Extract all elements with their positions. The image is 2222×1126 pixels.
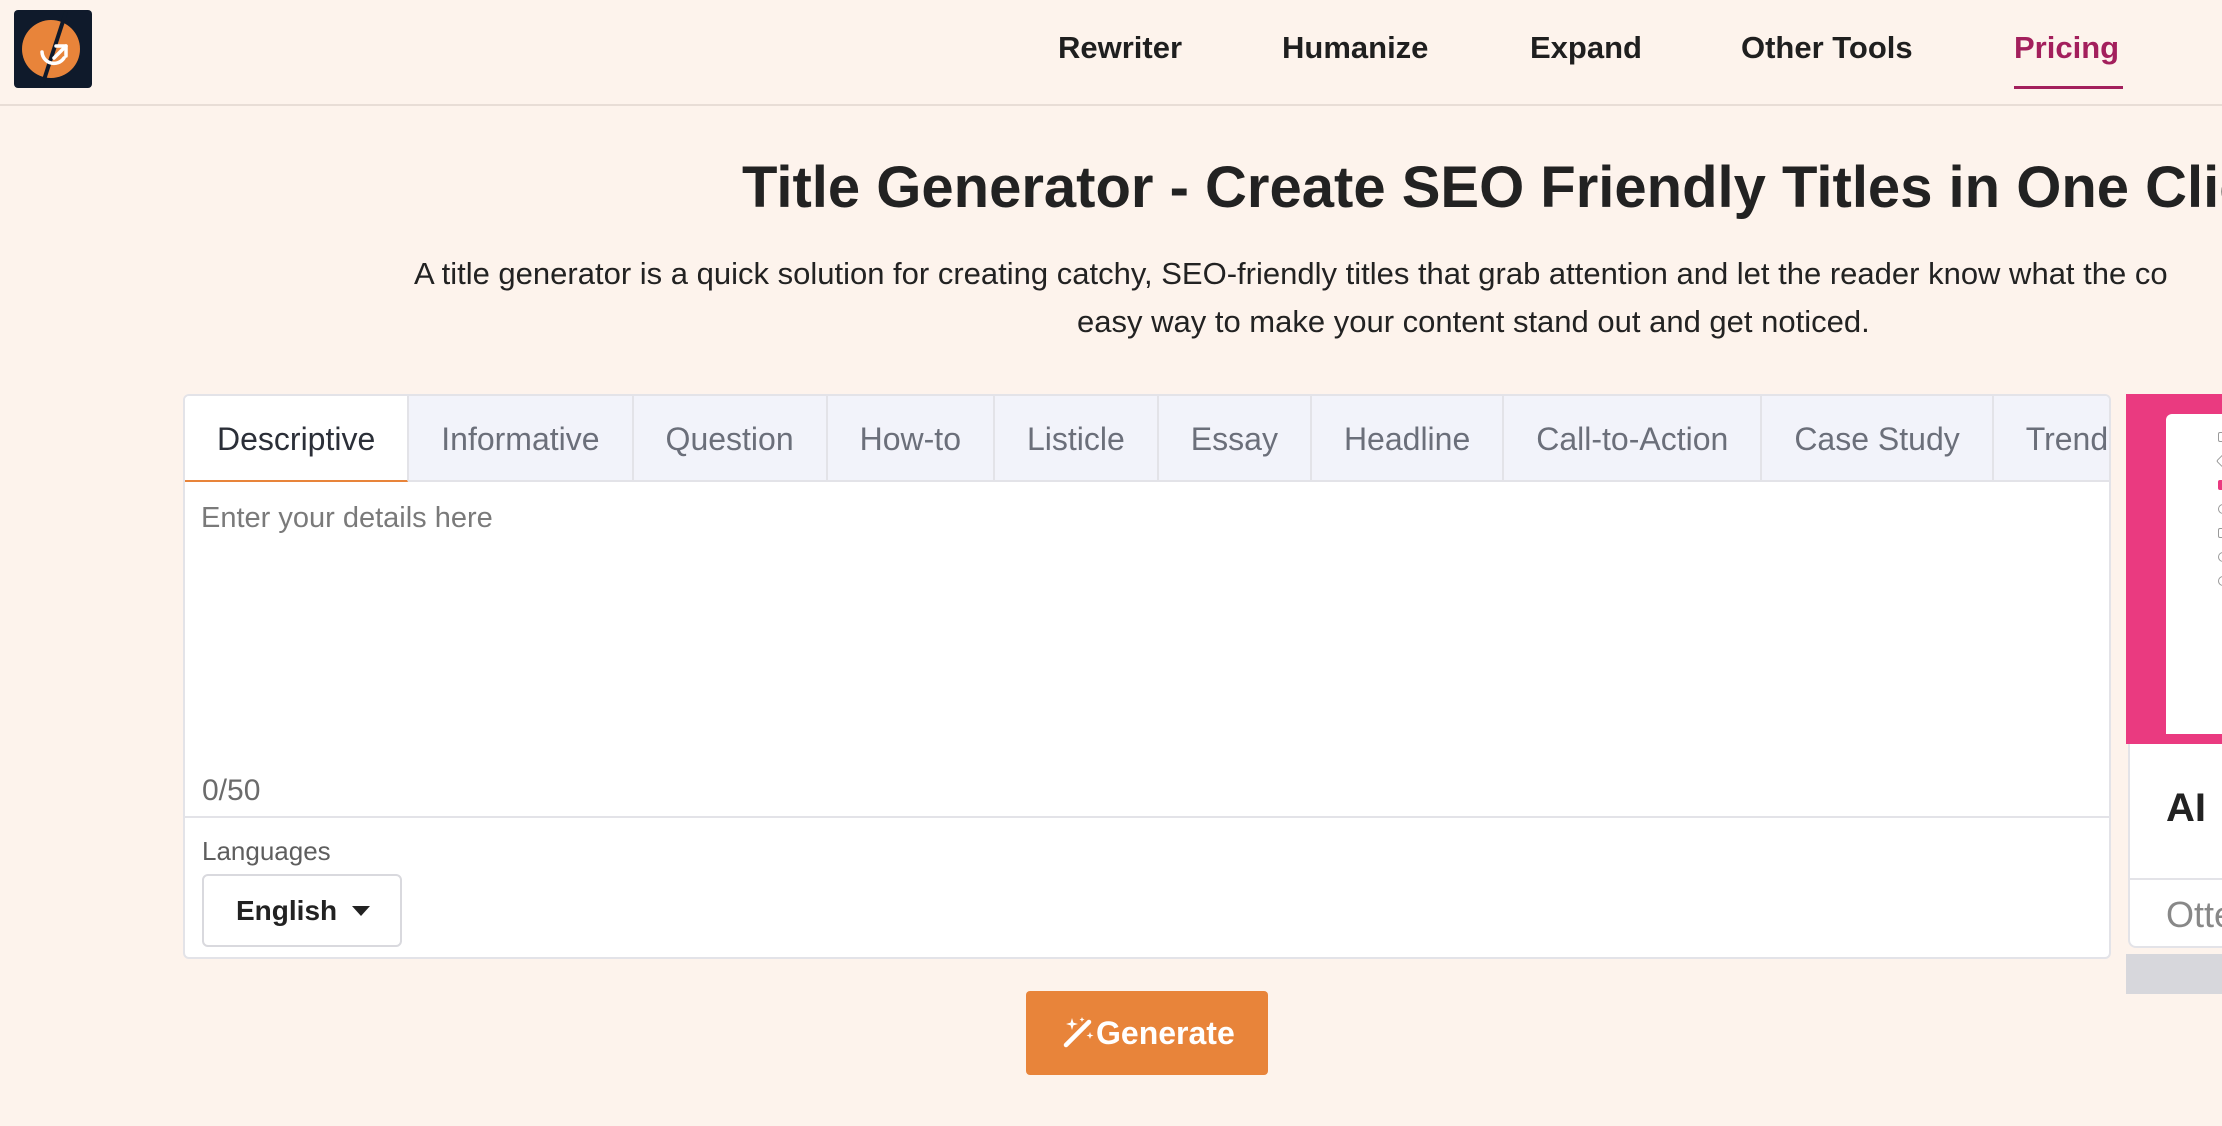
tab-informative[interactable]: Informative <box>409 396 634 482</box>
tab-listicle[interactable]: Listicle <box>995 396 1159 482</box>
nav-other-tools[interactable]: Other Tools <box>1741 22 1913 74</box>
language-select[interactable]: English <box>202 874 402 947</box>
promo-footer-bar <box>2126 954 2222 994</box>
preview-diamond-icon <box>2215 453 2222 469</box>
page-description: A title generator is a quick solution fo… <box>300 250 2222 346</box>
preview-document-icon <box>2218 528 2222 538</box>
top-navigation-bar: Rewriter Humanize Expand Other Tools Pri… <box>0 0 2222 106</box>
page-title: Title Generator - Create SEO Friendly Ti… <box>742 155 2222 220</box>
side-promo-card[interactable]: AI Otte <box>2126 394 2222 994</box>
title-generator-card: Descriptive Informative Question How-to … <box>183 394 2111 959</box>
nav-active-indicator <box>2014 86 2123 89</box>
generate-button[interactable]: Generate <box>1026 991 1268 1075</box>
languages-label: Languages <box>202 836 331 866</box>
generate-button-label: Generate <box>1096 1015 1235 1051</box>
page-description-line-1: A title generator is a quick solution fo… <box>414 256 2168 291</box>
preview-flask-icon <box>2218 432 2222 442</box>
nav-expand[interactable]: Expand <box>1530 22 1642 74</box>
tab-descriptive[interactable]: Descriptive <box>185 396 410 484</box>
page-description-line-2: easy way to make your content stand out … <box>1077 304 1870 339</box>
promo-title: AI <box>2166 786 2206 830</box>
tab-headline[interactable]: Headline <box>1312 396 1505 482</box>
tab-trend[interactable]: Trend <box>1994 396 2109 482</box>
preview-dollar-icon <box>2218 576 2222 586</box>
tab-call-to-action[interactable]: Call-to-Action <box>1504 396 1763 482</box>
details-input[interactable] <box>185 482 2109 812</box>
preview-globe-icon <box>2218 504 2222 514</box>
promo-separator <box>2128 878 2222 880</box>
logo-arrow-icon <box>40 44 68 66</box>
tab-question[interactable]: Question <box>634 396 828 482</box>
character-counter: 0/50 <box>202 774 261 807</box>
nav-rewriter[interactable]: Rewriter <box>1058 22 1182 74</box>
preview-chart-icon <box>2218 480 2222 490</box>
preview-feed-icon <box>2218 552 2222 562</box>
magic-wand-icon <box>1063 1017 1094 1048</box>
tab-how-to[interactable]: How-to <box>828 396 995 482</box>
promo-app-preview <box>2166 414 2222 734</box>
nav-humanize[interactable]: Humanize <box>1282 22 1428 74</box>
promo-subtitle: Otte <box>2166 894 2222 935</box>
brand-logo-icon[interactable] <box>14 10 92 88</box>
nav-pricing[interactable]: Pricing <box>2014 22 2119 74</box>
card-divider <box>185 816 2109 818</box>
caret-down-icon <box>352 906 370 916</box>
title-type-tabs: Descriptive Informative Question How-to … <box>185 396 2109 484</box>
tab-essay[interactable]: Essay <box>1159 396 1312 482</box>
language-selected-value: English <box>236 895 338 926</box>
tab-case-study[interactable]: Case Study <box>1762 396 1994 482</box>
